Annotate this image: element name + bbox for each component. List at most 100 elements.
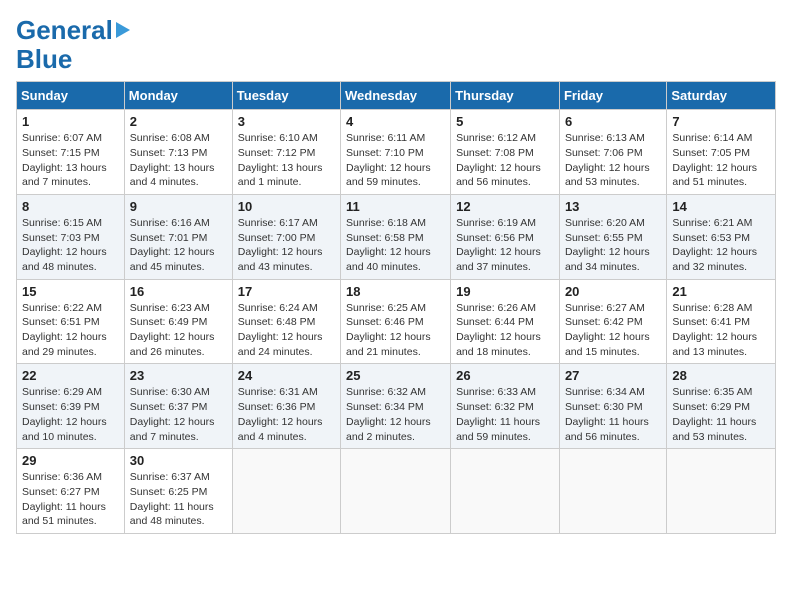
day-info: Sunrise: 6:37 AM Sunset: 6:25 PM Dayligh… <box>130 470 227 529</box>
day-number: 28 <box>672 368 770 383</box>
day-info: Sunrise: 6:29 AM Sunset: 6:39 PM Dayligh… <box>22 385 119 444</box>
calendar-cell: 16Sunrise: 6:23 AM Sunset: 6:49 PM Dayli… <box>124 279 232 364</box>
day-number: 19 <box>456 284 554 299</box>
day-info: Sunrise: 6:33 AM Sunset: 6:32 PM Dayligh… <box>456 385 554 444</box>
calendar-cell: 25 Sunrise: 6:32 AM Sunset: 6:34 PM Dayli… <box>341 364 451 449</box>
day-info: Sunrise: 6:18 AM Sunset: 6:58 PM Dayligh… <box>346 216 445 275</box>
calendar-cell: 29 Sunrise: 6:36 AM Sunset: 6:27 PM Dayli… <box>17 449 125 534</box>
day-number: 14 <box>672 199 770 214</box>
day-info: Sunrise: 6:36 AM Sunset: 6:27 PM Dayligh… <box>22 470 119 529</box>
calendar-cell: 23 Sunrise: 6:30 AM Sunset: 6:37 PM Dayli… <box>124 364 232 449</box>
day-number: 23 <box>130 368 227 383</box>
day-info: Sunrise: 6:27 AM Sunset: 6:42 PM Dayligh… <box>565 301 661 360</box>
day-info: Sunrise: 6:26 AM Sunset: 6:44 PM Dayligh… <box>456 301 554 360</box>
day-info: Sunrise: 6:24 AM Sunset: 6:48 PM Dayligh… <box>238 301 335 360</box>
calendar-cell <box>451 449 560 534</box>
day-number: 10 <box>238 199 335 214</box>
calendar-cell: 5 Sunrise: 6:12 AM Sunset: 7:08 PM Daylig… <box>451 110 560 195</box>
day-number: 3 <box>238 114 335 129</box>
day-info: Sunrise: 6:20 AM Sunset: 6:55 PM Dayligh… <box>565 216 661 275</box>
day-info: Sunrise: 6:07 AM Sunset: 7:15 PM Dayligh… <box>22 131 119 190</box>
day-info: Sunrise: 6:16 AM Sunset: 7:01 PM Dayligh… <box>130 216 227 275</box>
day-info: Sunrise: 6:17 AM Sunset: 7:00 PM Dayligh… <box>238 216 335 275</box>
calendar-cell: 20 Sunrise: 6:27 AM Sunset: 6:42 PM Dayli… <box>559 279 666 364</box>
calendar-cell: 30 Sunrise: 6:37 AM Sunset: 6:25 PM Dayli… <box>124 449 232 534</box>
calendar-cell: 24 Sunrise: 6:31 AM Sunset: 6:36 PM Dayli… <box>232 364 340 449</box>
calendar-cell: 15Sunrise: 6:22 AM Sunset: 6:51 PM Dayli… <box>17 279 125 364</box>
calendar-cell: 18 Sunrise: 6:25 AM Sunset: 6:46 PM Dayli… <box>341 279 451 364</box>
day-info: Sunrise: 6:14 AM Sunset: 7:05 PM Dayligh… <box>672 131 770 190</box>
logo-general-text: General <box>16 16 113 45</box>
calendar-cell: 7Sunrise: 6:14 AM Sunset: 7:05 PM Daylig… <box>667 110 776 195</box>
logo-blue-text: Blue <box>16 44 72 74</box>
day-number: 20 <box>565 284 661 299</box>
day-info: Sunrise: 6:08 AM Sunset: 7:13 PM Dayligh… <box>130 131 227 190</box>
day-number: 6 <box>565 114 661 129</box>
calendar-cell: 14 Sunrise: 6:21 AM Sunset: 6:53 PM Dayli… <box>667 194 776 279</box>
day-info: Sunrise: 6:25 AM Sunset: 6:46 PM Dayligh… <box>346 301 445 360</box>
day-info: Sunrise: 6:21 AM Sunset: 6:53 PM Dayligh… <box>672 216 770 275</box>
day-number: 5 <box>456 114 554 129</box>
calendar-cell: 9 Sunrise: 6:16 AM Sunset: 7:01 PM Daylig… <box>124 194 232 279</box>
day-info: Sunrise: 6:35 AM Sunset: 6:29 PM Dayligh… <box>672 385 770 444</box>
page-header: General Blue <box>16 16 776 73</box>
day-number: 9 <box>130 199 227 214</box>
calendar-table: SundayMondayTuesdayWednesdayThursdayFrid… <box>16 81 776 534</box>
calendar-cell <box>341 449 451 534</box>
calendar-cell: 19 Sunrise: 6:26 AM Sunset: 6:44 PM Dayli… <box>451 279 560 364</box>
day-number: 25 <box>346 368 445 383</box>
calendar-cell: 17 Sunrise: 6:24 AM Sunset: 6:48 PM Dayli… <box>232 279 340 364</box>
day-info: Sunrise: 6:19 AM Sunset: 6:56 PM Dayligh… <box>456 216 554 275</box>
calendar-header-row: SundayMondayTuesdayWednesdayThursdayFrid… <box>17 82 776 110</box>
logo: General Blue <box>16 16 130 73</box>
day-info: Sunrise: 6:12 AM Sunset: 7:08 PM Dayligh… <box>456 131 554 190</box>
day-number: 11 <box>346 199 445 214</box>
day-number: 17 <box>238 284 335 299</box>
calendar-week-row: 29 Sunrise: 6:36 AM Sunset: 6:27 PM Dayli… <box>17 449 776 534</box>
header-saturday: Saturday <box>667 82 776 110</box>
calendar-cell: 10 Sunrise: 6:17 AM Sunset: 7:00 PM Dayli… <box>232 194 340 279</box>
calendar-week-row: 15Sunrise: 6:22 AM Sunset: 6:51 PM Dayli… <box>17 279 776 364</box>
day-number: 18 <box>346 284 445 299</box>
day-info: Sunrise: 6:11 AM Sunset: 7:10 PM Dayligh… <box>346 131 445 190</box>
calendar-cell: 22 Sunrise: 6:29 AM Sunset: 6:39 PM Dayli… <box>17 364 125 449</box>
header-friday: Friday <box>559 82 666 110</box>
day-number: 16 <box>130 284 227 299</box>
logo-arrow-icon <box>116 22 130 38</box>
calendar-cell: 21Sunrise: 6:28 AM Sunset: 6:41 PM Dayli… <box>667 279 776 364</box>
day-number: 4 <box>346 114 445 129</box>
calendar-cell: 1Sunrise: 6:07 AM Sunset: 7:15 PM Daylig… <box>17 110 125 195</box>
day-info: Sunrise: 6:32 AM Sunset: 6:34 PM Dayligh… <box>346 385 445 444</box>
calendar-cell: 8Sunrise: 6:15 AM Sunset: 7:03 PM Daylig… <box>17 194 125 279</box>
calendar-cell: 12 Sunrise: 6:19 AM Sunset: 6:56 PM Dayli… <box>451 194 560 279</box>
calendar-cell <box>232 449 340 534</box>
day-number: 26 <box>456 368 554 383</box>
calendar-week-row: 8Sunrise: 6:15 AM Sunset: 7:03 PM Daylig… <box>17 194 776 279</box>
day-number: 29 <box>22 453 119 468</box>
calendar-cell: 13 Sunrise: 6:20 AM Sunset: 6:55 PM Dayli… <box>559 194 666 279</box>
day-number: 30 <box>130 453 227 468</box>
calendar-cell: 11 Sunrise: 6:18 AM Sunset: 6:58 PM Dayli… <box>341 194 451 279</box>
calendar-cell <box>667 449 776 534</box>
calendar-cell <box>559 449 666 534</box>
calendar-cell: 3Sunrise: 6:10 AM Sunset: 7:12 PM Daylig… <box>232 110 340 195</box>
day-number: 15 <box>22 284 119 299</box>
header-sunday: Sunday <box>17 82 125 110</box>
header-wednesday: Wednesday <box>341 82 451 110</box>
day-number: 13 <box>565 199 661 214</box>
calendar-cell: 2 Sunrise: 6:08 AM Sunset: 7:13 PM Daylig… <box>124 110 232 195</box>
calendar-week-row: 22 Sunrise: 6:29 AM Sunset: 6:39 PM Dayli… <box>17 364 776 449</box>
day-number: 2 <box>130 114 227 129</box>
day-number: 24 <box>238 368 335 383</box>
calendar-cell: 6 Sunrise: 6:13 AM Sunset: 7:06 PM Daylig… <box>559 110 666 195</box>
day-number: 22 <box>22 368 119 383</box>
day-info: Sunrise: 6:30 AM Sunset: 6:37 PM Dayligh… <box>130 385 227 444</box>
day-info: Sunrise: 6:31 AM Sunset: 6:36 PM Dayligh… <box>238 385 335 444</box>
header-tuesday: Tuesday <box>232 82 340 110</box>
calendar-cell: 26 Sunrise: 6:33 AM Sunset: 6:32 PM Dayli… <box>451 364 560 449</box>
header-thursday: Thursday <box>451 82 560 110</box>
day-number: 12 <box>456 199 554 214</box>
day-info: Sunrise: 6:13 AM Sunset: 7:06 PM Dayligh… <box>565 131 661 190</box>
day-number: 8 <box>22 199 119 214</box>
calendar-week-row: 1Sunrise: 6:07 AM Sunset: 7:15 PM Daylig… <box>17 110 776 195</box>
